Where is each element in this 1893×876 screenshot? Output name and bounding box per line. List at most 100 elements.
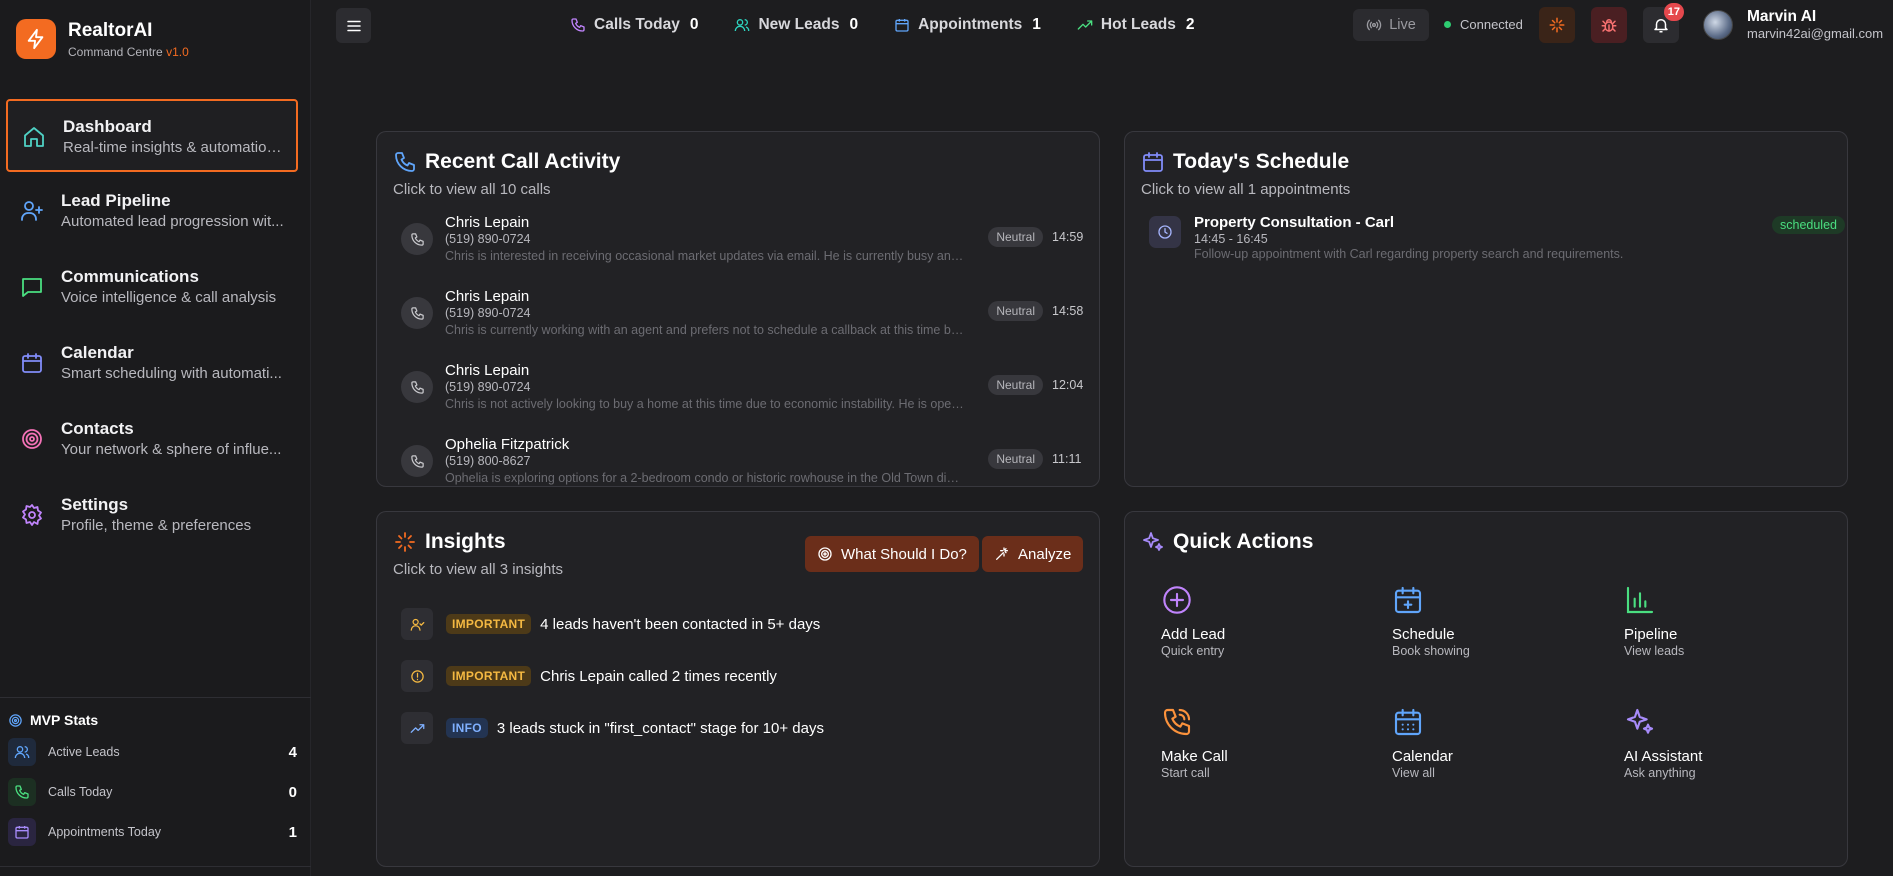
quick-action-schedule[interactable]: Schedule Book showing	[1392, 584, 1572, 658]
topstat-value: 0	[689, 16, 699, 33]
call-time: 12:04	[1052, 378, 1084, 392]
target-icon	[817, 546, 841, 562]
insight-item[interactable]: IMPORTANT 4 leads haven't been contacted…	[401, 598, 824, 650]
sidebar-item-settings[interactable]: Settings Profile, theme & preferences	[6, 479, 298, 552]
menu-toggle-button[interactable]	[336, 8, 371, 43]
lightning-icon	[16, 19, 56, 59]
phone-icon	[401, 445, 433, 477]
topstat-appointments[interactable]: Appointments 1	[894, 16, 1041, 34]
sidebar-item-desc: Automated lead progression wit...	[61, 213, 284, 230]
topstat-value: 0	[849, 16, 859, 33]
card-subtitle[interactable]: Click to view all 1 appointments	[1141, 181, 1350, 198]
quick-action-sub: Book showing	[1392, 644, 1470, 658]
topstat-label: New Leads	[758, 16, 840, 33]
user-menu[interactable]: Marvin AI marvin42ai@gmail.com	[1703, 8, 1883, 41]
sidebar-item-desc: Real-time insights & automation ...	[63, 139, 284, 156]
plus-circle-icon	[1161, 584, 1341, 616]
sidebar-item-calendar[interactable]: Calendar Smart scheduling with automati.…	[6, 327, 298, 400]
users-icon	[734, 17, 758, 33]
sidebar-item-label: Contacts	[61, 419, 134, 438]
phone-icon	[393, 150, 417, 174]
bug-icon	[1600, 16, 1618, 34]
topstat-hot-leads[interactable]: Hot Leads 2	[1077, 16, 1194, 34]
calendar-icon	[894, 17, 918, 33]
sidebar-item-communications[interactable]: Communications Voice intelligence & call…	[6, 251, 298, 324]
call-summary: Chris is currently working with an agent…	[445, 323, 965, 337]
broadcast-icon	[1366, 17, 1389, 33]
target-icon	[8, 713, 30, 728]
sidebar-item-label: Dashboard	[63, 117, 152, 136]
card-title: Quick Actions	[1173, 530, 1314, 553]
call-item[interactable]: Ophelia Fitzpatrick (519) 800-8627 Ophel…	[393, 436, 1083, 486]
insight-tag: IMPORTANT	[446, 614, 532, 634]
caller-name: Ophelia Fitzpatrick	[445, 436, 570, 453]
user-email: marvin42ai@gmail.com	[1747, 26, 1884, 41]
sentiment-badge: Neutral	[988, 375, 1043, 395]
button-label: What Should I Do?	[841, 545, 967, 563]
what-should-i-do-button[interactable]: What Should I Do?	[805, 536, 979, 572]
target-icon	[20, 427, 44, 451]
quick-action-sub: Start call	[1161, 766, 1210, 780]
card-subtitle[interactable]: Click to view all 10 calls	[393, 181, 551, 198]
bug-report-button[interactable]	[1591, 7, 1627, 43]
schedule-card[interactable]: Today's Schedule Click to view all 1 app…	[1124, 131, 1848, 487]
caller-name: Chris Lepain	[445, 214, 530, 231]
quick-action-add-lead[interactable]: Add Lead Quick entry	[1161, 584, 1341, 658]
sentiment-badge: Neutral	[988, 227, 1043, 247]
quick-actions-card: Quick Actions Add Lead Quick entry Sched…	[1124, 511, 1848, 867]
insights-card[interactable]: Insights Click to view all 3 insights Wh…	[376, 511, 1100, 867]
quick-action-label: Make Call	[1161, 748, 1228, 765]
phone-icon	[8, 778, 36, 806]
quick-action-calendar[interactable]: Calendar View all	[1392, 706, 1572, 780]
appointment-item[interactable]: Property Consultation - Carl 14:45 - 16:…	[1141, 214, 1845, 274]
sidebar-item-label: Calendar	[61, 343, 134, 362]
call-list: Chris Lepain (519) 890-0724 Chris is int…	[393, 214, 1083, 486]
sidebar-item-desc: Profile, theme & preferences	[61, 517, 252, 534]
topstat-value: 1	[1032, 16, 1041, 33]
sparkle-icon	[393, 530, 417, 554]
quick-action-ai-assistant[interactable]: AI Assistant Ask anything	[1624, 706, 1804, 780]
topstat-label: Calls Today	[594, 16, 680, 33]
quick-action-make-call[interactable]: Make Call Start call	[1161, 706, 1341, 780]
live-label: Live	[1389, 17, 1416, 33]
quick-action-pipeline[interactable]: Pipeline View leads	[1624, 584, 1804, 658]
quick-action-label: Schedule	[1392, 626, 1455, 643]
ai-sparkle-button[interactable]	[1539, 7, 1575, 43]
sparkles-icon	[1624, 706, 1804, 738]
card-subtitle[interactable]: Click to view all 3 insights	[393, 561, 563, 578]
caller-phone: (519) 800-8627	[445, 454, 531, 468]
call-item[interactable]: Chris Lepain (519) 890-0724 Chris is not…	[393, 362, 1083, 436]
topstat-calls-today[interactable]: Calls Today 0	[570, 16, 698, 34]
topstat-new-leads[interactable]: New Leads 0	[734, 16, 858, 34]
stat-value: 4	[288, 743, 297, 761]
sidebar-item-label: Lead Pipeline	[61, 191, 171, 210]
sidebar-item-dashboard[interactable]: Dashboard Real-time insights & automatio…	[6, 99, 298, 172]
sidebar: RealtorAI Command Centre v1.0 Dashboard …	[0, 0, 311, 876]
status-badge: scheduled	[1772, 216, 1845, 234]
recent-calls-card[interactable]: Recent Call Activity Click to view all 1…	[376, 131, 1100, 487]
calendar-plus-icon	[1392, 584, 1572, 616]
quick-action-label: Add Lead	[1161, 626, 1226, 643]
insight-item[interactable]: INFO 3 leads stuck in "first_contact" st…	[401, 702, 824, 754]
clock-icon	[1149, 216, 1181, 248]
brand[interactable]: RealtorAI Command Centre v1.0	[16, 19, 189, 59]
calendar-icon	[1392, 706, 1572, 738]
sidebar-item-lead-pipeline[interactable]: Lead Pipeline Automated lead progression…	[6, 175, 298, 248]
analyze-button[interactable]: Analyze	[982, 536, 1084, 572]
call-item[interactable]: Chris Lepain (519) 890-0724 Chris is cur…	[393, 288, 1083, 362]
caller-phone: (519) 890-0724	[445, 380, 531, 394]
status-dot-icon	[1444, 21, 1451, 28]
call-item[interactable]: Chris Lepain (519) 890-0724 Chris is int…	[393, 214, 1083, 288]
notifications-button[interactable]: 17	[1643, 3, 1684, 43]
insight-tag: IMPORTANT	[446, 666, 532, 686]
caller-phone: (519) 890-0724	[445, 306, 531, 320]
topstat-label: Hot Leads	[1100, 16, 1176, 33]
live-toggle-button[interactable]: Live	[1353, 9, 1429, 41]
alert-circle-icon	[401, 660, 433, 692]
user-name: Marvin AI	[1747, 8, 1817, 25]
appointment-time: 14:45 - 16:45	[1194, 232, 1268, 246]
brand-subtitle: Command Centre v1.0	[68, 44, 189, 59]
insight-text: Chris Lepain called 2 times recently	[540, 667, 777, 685]
sidebar-item-contacts[interactable]: Contacts Your network & sphere of influe…	[6, 403, 298, 476]
insight-item[interactable]: IMPORTANT Chris Lepain called 2 times re…	[401, 650, 824, 702]
